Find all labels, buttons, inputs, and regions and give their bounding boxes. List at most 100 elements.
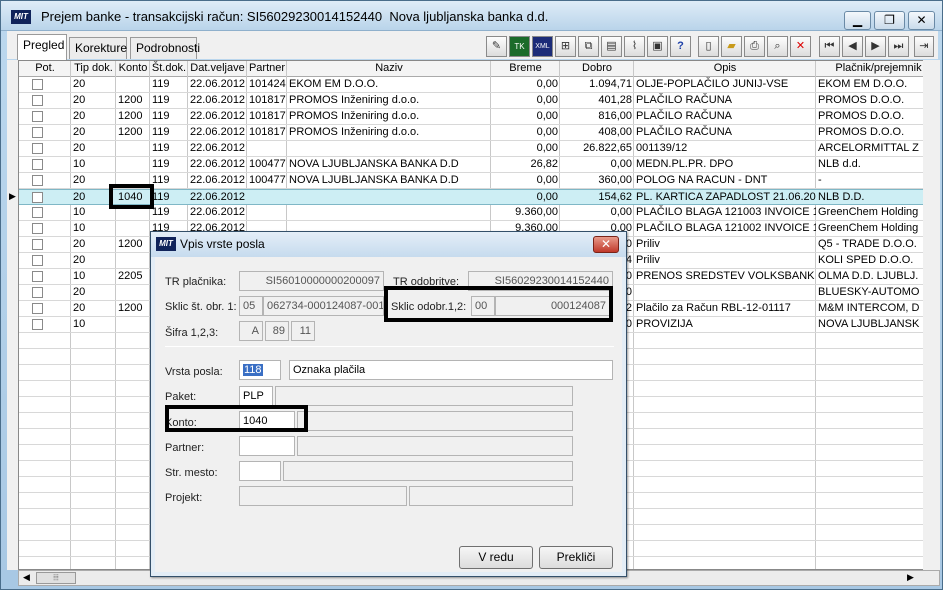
pot-checkbox[interactable]	[32, 287, 43, 298]
cell-konto: 1200	[118, 110, 143, 122]
cell-naziv: PROMOS Inženiring d.o.o.	[289, 126, 420, 138]
table-row[interactable]: 20 1200 119 22.06.2012 101817 PROMOS Inženiri…	[19, 93, 939, 109]
column-header[interactable]: Breme	[491, 61, 560, 77]
column-header[interactable]: Plačnik/prejemnik	[816, 61, 939, 77]
help-icon[interactable]: ?	[670, 36, 691, 57]
scroll-left-icon[interactable]: ◀	[23, 572, 30, 583]
pot-checkbox[interactable]	[32, 111, 43, 122]
open-folder-icon[interactable]: ▰	[721, 36, 742, 57]
table-row[interactable]: 10 119 22.06.2012 9.360,00 0,00 PLAČILO BLAGA…	[19, 205, 939, 221]
cell-tip: 20	[73, 286, 86, 298]
cell-dobro: 154,62	[598, 191, 632, 203]
column-header[interactable]: Dobro	[560, 61, 634, 77]
projekt-label: Projekt:	[165, 492, 203, 504]
paket-field[interactable]: PLP	[239, 386, 273, 406]
search-icon[interactable]: ⌕	[767, 36, 788, 57]
column-header[interactable]: Št.dok.	[150, 61, 188, 77]
close-window-button[interactable]: ✕	[908, 11, 935, 30]
cell-partner: 101817	[249, 126, 286, 138]
table-row[interactable]: 20 1040 119 22.06.2012 0,00 154,62 PL. KARTICA…	[19, 189, 939, 205]
table-row[interactable]: 20 119 22.06.2012 0,00 26.822,65 001139/12 ARC…	[19, 141, 939, 157]
title-bar[interactable]: MIT Prejem banke - transakcijski račun: …	[1, 1, 942, 31]
table-row[interactable]: 10 119 22.06.2012 100477 NOVA LJUBLJANSKA BA…	[19, 157, 939, 173]
first-record-icon[interactable]: ⏮	[819, 36, 840, 57]
pot-checkbox[interactable]	[32, 159, 43, 170]
cell-dat: 22.06.2012	[190, 110, 246, 122]
scroll-thumb[interactable]: ⦙⦙⦙	[36, 572, 76, 584]
tree-icon[interactable]: ⊞	[555, 36, 576, 57]
new-document-icon[interactable]: ▯	[698, 36, 719, 57]
monitor-icon[interactable]: ▣	[647, 36, 668, 57]
pot-checkbox[interactable]	[32, 271, 43, 282]
tab-label: Pregled	[23, 38, 65, 52]
delete-icon[interactable]: ✕	[790, 36, 811, 57]
minimize-button[interactable]: ▁	[844, 11, 871, 30]
pot-checkbox[interactable]	[32, 303, 43, 314]
dialog-title-bar[interactable]: MIT Vpis vrste posla ✕	[151, 232, 626, 257]
tk-icon[interactable]: TK	[509, 36, 530, 57]
table-row[interactable]: 20 119 22.06.2012 100477 NOVA LJUBLJANSKA BA…	[19, 173, 939, 189]
cell-placnik: -	[818, 174, 822, 186]
cancel-button[interactable]: Prekliči	[539, 546, 613, 569]
dialog-close-button[interactable]: ✕	[593, 236, 619, 253]
pot-checkbox[interactable]	[32, 207, 43, 218]
column-header[interactable]: Pot.	[19, 61, 71, 77]
cell-tip: 20	[73, 254, 86, 266]
cell-naziv: EKOM EM D.O.O.	[289, 78, 379, 90]
cell-opis: POLOG NA RACUN - DNT	[636, 174, 768, 186]
table-row[interactable]: 20 119 22.06.2012 101424 EKOM EM D.O.O. 0,00 1…	[19, 77, 939, 93]
cell-konto: 1200	[118, 238, 143, 250]
ok-button[interactable]: V redu	[459, 546, 533, 569]
report-icon[interactable]: ▤	[601, 36, 622, 57]
column-header[interactable]: Partner	[247, 61, 287, 77]
str-mesto-field[interactable]	[239, 461, 281, 481]
exit-icon[interactable]: ⇥	[914, 36, 934, 57]
next-record-icon[interactable]: ▶	[865, 36, 886, 57]
pot-checkbox[interactable]	[32, 319, 43, 330]
partner-field[interactable]	[239, 436, 295, 456]
column-header[interactable]: Dat.veljave	[188, 61, 247, 77]
table-row[interactable]: 20 1200 119 22.06.2012 101817 PROMOS Inženiri…	[19, 125, 939, 141]
previous-record-icon[interactable]: ◀	[842, 36, 863, 57]
pot-checkbox[interactable]	[32, 192, 43, 203]
paket-label: Paket:	[165, 391, 197, 403]
sklic-obr1-number-field[interactable]: 062734-000124087-001	[263, 296, 384, 316]
copy-icon[interactable]: ⧉	[578, 36, 599, 57]
tab-podrobnosti[interactable]: Podrobnosti	[130, 37, 200, 59]
projekt-field[interactable]	[239, 486, 407, 506]
attachment-icon[interactable]: ⌇	[624, 36, 645, 57]
cell-konto: 1200	[118, 126, 143, 138]
sklic-obr1-model-field[interactable]: 05	[239, 296, 263, 316]
sifra-3-field[interactable]: 11	[291, 321, 315, 341]
xml-icon[interactable]: XML	[532, 36, 553, 57]
pot-checkbox[interactable]	[32, 127, 43, 138]
pot-checkbox[interactable]	[32, 143, 43, 154]
pot-checkbox[interactable]	[32, 79, 43, 90]
table-row[interactable]: 20 1200 119 22.06.2012 101817 PROMOS Inženiri…	[19, 109, 939, 125]
column-header[interactable]: Naziv	[287, 61, 491, 77]
sifra-1-field[interactable]: A	[239, 321, 263, 341]
cell-opis: MEDN.PL.PR. DPO	[636, 158, 734, 170]
cell-dat: 22.06.2012	[190, 158, 246, 170]
pot-checkbox[interactable]	[32, 175, 43, 186]
column-header[interactable]: Opis	[634, 61, 816, 77]
cell-partner	[247, 190, 287, 205]
pot-checkbox[interactable]	[32, 223, 43, 234]
tab-pregled[interactable]: Pregled	[17, 34, 67, 60]
scroll-right-icon[interactable]: ▶	[907, 572, 914, 583]
tab-korekture[interactable]: Korekture	[69, 37, 127, 59]
column-header[interactable]: Tip dok.	[71, 61, 116, 77]
vrsta-posla-field[interactable]: 118	[239, 360, 281, 380]
edit-pencil-icon[interactable]: ✎	[486, 36, 507, 57]
print-icon[interactable]: ⎙	[744, 36, 765, 57]
sifra-2-field[interactable]: 89	[265, 321, 289, 341]
pot-checkbox[interactable]	[32, 95, 43, 106]
last-record-icon[interactable]: ⏭	[888, 36, 909, 57]
tr-placnika-field[interactable]: SI56010000000200097	[239, 271, 384, 291]
pot-checkbox[interactable]	[32, 255, 43, 266]
pot-checkbox[interactable]	[32, 239, 43, 250]
column-header[interactable]: Konto	[116, 61, 150, 77]
vertical-scrollbar[interactable]	[923, 60, 940, 570]
maximize-button[interactable]: ❐	[874, 11, 905, 30]
cell-st: 119	[152, 110, 170, 122]
